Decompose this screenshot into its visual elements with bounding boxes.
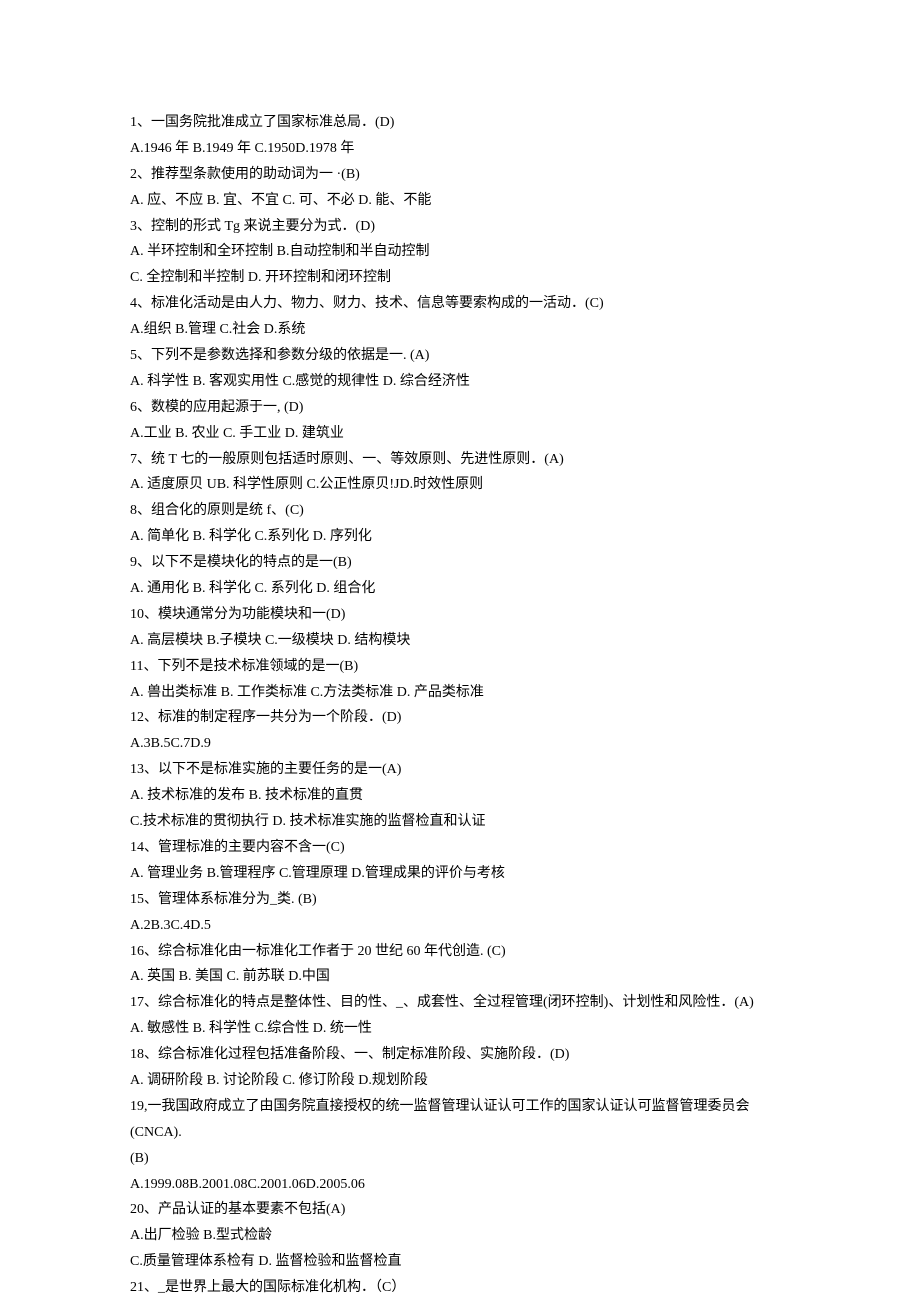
text-line: A. 英国 B. 美国 C. 前苏联 D.中国 <box>130 964 790 990</box>
text-line: A. 通用化 B. 科学化 C. 系列化 D. 组合化 <box>130 576 790 602</box>
text-line: A.1946 年 B.1949 年 C.1950D.1978 年 <box>130 136 790 162</box>
text-line: 2、推荐型条款使用的助动词为一 ·(B) <box>130 162 790 188</box>
text-line: C.技术标准的贯彻执行 D. 技术标准实施的监督检直和认证 <box>130 809 790 835</box>
text-line: 7、统 T 七的一般原则包括适时原则、一、等效原则、先进性原则．(A) <box>130 447 790 473</box>
text-line: A.出厂检验 B.型式检龄 <box>130 1223 790 1249</box>
text-line: 15、管理体系标准分为_类. (B) <box>130 887 790 913</box>
text-line: 20、产品认证的基本要素不包括(A) <box>130 1197 790 1223</box>
text-line: A. 敏感性 B. 科学性 C.综合性 D. 统一性 <box>130 1016 790 1042</box>
text-line: 4、标准化活动是由人力、物力、财力、技术、信息等要索构成的一活动．(C) <box>130 291 790 317</box>
document-page: 1、一国务院批准成立了国家标准总局．(D) A.1946 年 B.1949 年 … <box>0 0 920 1301</box>
text-line: 5、下列不是参数选择和参数分级的依据是一. (A) <box>130 343 790 369</box>
text-line: A.2B.3C.4D.5 <box>130 913 790 939</box>
text-line: (B) <box>130 1146 790 1172</box>
text-line: C.质量管理体系检有 D. 监督检验和监督检直 <box>130 1249 790 1275</box>
text-line: 18、综合标准化过程包括准备阶段、一、制定标准阶段、实施阶段．(D) <box>130 1042 790 1068</box>
text-line: 21、_是世界上最大的国际标准化机构．（C） <box>130 1275 790 1301</box>
text-line: A. 技术标准的发布 B. 技术标准的直贯 <box>130 783 790 809</box>
text-line: 16、综合标准化由一标准化工作者于 20 世纪 60 年代创造. (C) <box>130 939 790 965</box>
text-line: A. 应、不应 B. 宜、不宜 C. 可、不必 D. 能、不能 <box>130 188 790 214</box>
text-line: 6、数模的应用起源于一, (D) <box>130 395 790 421</box>
text-line: A.工业 B. 农业 C. 手工业 D. 建筑业 <box>130 421 790 447</box>
text-line: A. 高层模块 B.子模块 C.一级模块 D. 结构模块 <box>130 628 790 654</box>
text-line: 17、综合标准化的特点是整体性、目的性、_、成套性、全过程管理(闭环控制)、计划… <box>130 990 790 1016</box>
text-line: A.1999.08B.2001.08C.2001.06D.2005.06 <box>130 1172 790 1198</box>
text-line: 1、一国务院批准成立了国家标准总局．(D) <box>130 110 790 136</box>
text-line: A. 管理业务 B.管理程序 C.管理原理 D.管理成果的评价与考核 <box>130 861 790 887</box>
text-line: A. 科学性 B. 客观实用性 C.感觉的规律性 D. 综合经济性 <box>130 369 790 395</box>
text-line: 19,一我国政府成立了由国务院直接授权的统一监督管理认证认可工作的国家认证认可监… <box>130 1094 790 1146</box>
text-line: A. 兽出类标准 B. 工作类标准 C.方法类标准 D. 产品类标准 <box>130 680 790 706</box>
text-line: A. 调研阶段 B. 讨论阶段 C. 修订阶段 D.规划阶段 <box>130 1068 790 1094</box>
text-line: 9、以下不是模块化的特点的是一(B) <box>130 550 790 576</box>
text-line: 14、管理标准的主要内容不含一(C) <box>130 835 790 861</box>
text-line: 8、组合化的原则是统 f、(C) <box>130 498 790 524</box>
text-line: A. 简单化 B. 科学化 C.系列化 D. 序列化 <box>130 524 790 550</box>
text-line: A. 适度原贝 UB. 科学性原则 C.公正性原贝!JD.时效性原则 <box>130 472 790 498</box>
text-line: A.组织 B.管理 C.社会 D.系统 <box>130 317 790 343</box>
text-line: 13、以下不是标准实施的主要任务的是一(A) <box>130 757 790 783</box>
text-line: 10、模块通常分为功能模块和一(D) <box>130 602 790 628</box>
text-line: C. 全控制和半控制 D. 开环控制和闭环控制 <box>130 265 790 291</box>
text-line: 3、控制的形式 Tg 来说主要分为式．(D) <box>130 214 790 240</box>
text-line: A. 半环控制和全环控制 B.自动控制和半自动控制 <box>130 239 790 265</box>
text-line: 11、下列不是技术标准领域的是一(B) <box>130 654 790 680</box>
text-line: A.3B.5C.7D.9 <box>130 731 790 757</box>
text-line: 12、标准的制定程序一共分为一个阶段．(D) <box>130 705 790 731</box>
